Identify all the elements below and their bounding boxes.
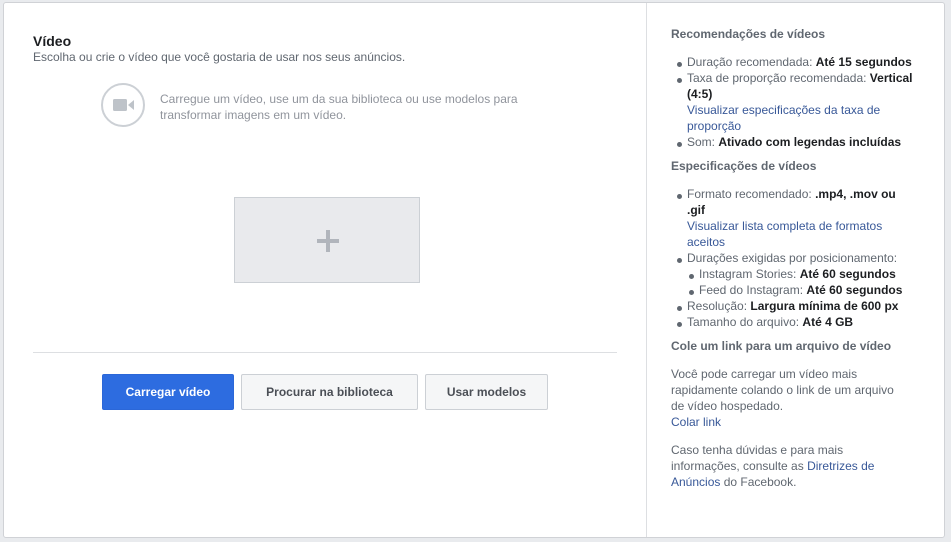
paste-link-text: Você pode carregar um vídeo mais rapidam… [671,367,894,429]
help-text: Caso tenha dúvidas e para mais informaçõ… [671,443,875,489]
video-main-panel: Vídeo Escolha ou crie o vídeo que você g… [4,3,646,537]
video-camera-icon [101,83,145,127]
paste-link-button[interactable]: Colar link [671,415,721,429]
list-item: Feed do Instagram: Até 60 segundos [687,282,913,298]
upload-helper-text: Carregue um vídeo, use um da sua bibliot… [160,92,518,122]
recommendations-list: Duração recomendada: Até 15 segundos Tax… [671,54,944,150]
list-item: Formato recomendado: .mp4, .mov ou .gif V… [671,186,913,250]
video-dialog: Vídeo Escolha ou crie o vídeo que você g… [3,2,945,538]
paste-link-title: Cole um link para um arquivo de vídeo [671,339,892,353]
specs-list: Formato recomendado: .mp4, .mov ou .gif V… [671,186,944,330]
browse-library-button[interactable]: Procurar na biblioteca [241,374,418,410]
upload-video-button[interactable]: Carregar vídeo [102,374,234,410]
list-item: Duração recomendada: Até 15 segundos [671,54,913,70]
video-specs-sidebar: Recomendações de vídeos Duração recomend… [646,3,944,537]
divider [33,352,617,353]
list-item: Resolução: Largura mínima de 600 px [671,298,913,314]
list-item: Som: Ativado com legendas incluídas [671,134,913,150]
list-item: Tamanho do arquivo: Até 4 GB [671,314,913,330]
recommendations-title: Recomendações de vídeos [671,27,826,41]
page-title: Vídeo [33,33,72,49]
upload-dropzone[interactable] [234,197,420,283]
list-item: Taxa de proporção recomendada: Vertical … [671,70,913,134]
formats-list-link[interactable]: Visualizar lista completa de formatos ac… [687,219,882,249]
page-subtitle: Escolha ou crie o vídeo que você gostari… [33,50,406,64]
specs-title: Especificações de vídeos [671,159,817,173]
list-item: Durações exigidas por posicionamento: In… [671,250,913,298]
ratio-specs-link[interactable]: Visualizar especificações da taxa de pro… [687,103,880,133]
list-item: Instagram Stories: Até 60 segundos [687,266,913,282]
use-templates-button[interactable]: Usar modelos [425,374,548,410]
